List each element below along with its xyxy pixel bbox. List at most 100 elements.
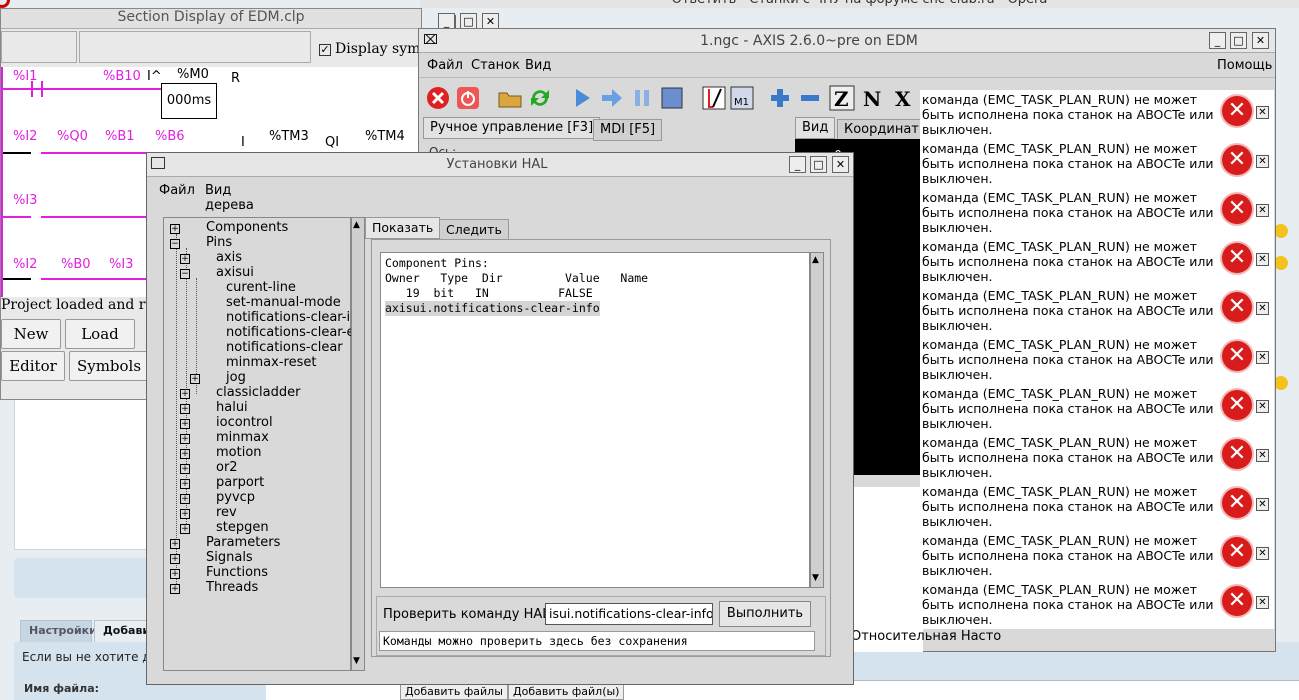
axis-maximize-button[interactable]: □ <box>1230 32 1247 49</box>
tree-item-axisui[interactable]: axisui <box>216 265 254 280</box>
tree-item-component[interactable]: classicladder <box>216 385 300 400</box>
smiley-icon[interactable] <box>1274 376 1288 390</box>
hal-close-button[interactable]: ✕ <box>832 156 849 173</box>
close-icon[interactable]: ✕ <box>1256 106 1269 119</box>
menu-view[interactable]: Вид <box>525 58 551 73</box>
tree-item-pin[interactable]: curent-line <box>226 280 296 295</box>
step-icon[interactable] <box>599 85 625 111</box>
view-z2-icon[interactable]: N <box>859 85 885 111</box>
close-icon[interactable]: ✕ <box>1256 155 1269 168</box>
tab-attachments[interactable]: Добавит <box>94 620 157 642</box>
power-icon[interactable] <box>455 85 481 111</box>
hal-tree[interactable]: + Components − Pins + axis − axisui cure… <box>163 217 358 671</box>
menu-file[interactable]: Файл <box>427 58 463 73</box>
tree-item-component[interactable]: motion <box>216 445 262 460</box>
close-icon[interactable]: ✕ <box>1256 596 1269 609</box>
tree-item-component[interactable]: parport <box>216 475 264 490</box>
add-files-button[interactable]: Добавить файлы <box>400 684 508 700</box>
close-icon[interactable]: ✕ <box>1256 400 1269 413</box>
tree-item-jog[interactable]: jog <box>226 370 246 385</box>
tree-item-component[interactable]: stepgen <box>216 520 269 535</box>
menu-help[interactable]: Помощь <box>1217 58 1272 73</box>
expand-icon[interactable]: + <box>170 584 180 594</box>
section-field[interactable] <box>1 31 77 63</box>
close-icon[interactable]: ✕ <box>1256 253 1269 266</box>
command-input[interactable]: isui.notifications-clear-info <box>545 603 713 625</box>
tab-preview[interactable]: Вид <box>795 117 836 139</box>
expand-icon[interactable]: + <box>170 224 180 234</box>
reload-icon[interactable] <box>527 85 553 111</box>
expand-icon[interactable]: + <box>180 434 190 444</box>
scroll-down-icon[interactable]: ▼ <box>353 656 360 666</box>
expand-icon[interactable]: + <box>180 404 190 414</box>
expand-icon[interactable]: + <box>180 254 190 264</box>
tree-item-component[interactable]: halui <box>216 400 248 415</box>
run-command-button[interactable]: Выполнить <box>719 601 811 627</box>
tree-scrollbar[interactable]: ▲ ▼ <box>351 217 365 671</box>
zoom-out-icon[interactable] <box>797 85 823 111</box>
expand-icon[interactable]: + <box>180 419 190 429</box>
expand-icon[interactable]: + <box>180 449 190 459</box>
new-button[interactable]: New <box>1 319 61 349</box>
tab-show[interactable]: Показать <box>365 217 441 239</box>
optional-stop-icon[interactable]: M1 <box>729 85 755 111</box>
tree-item-pin[interactable]: minmax-reset <box>226 355 316 370</box>
symbols-button[interactable]: Symbols <box>69 351 149 381</box>
tab-manual[interactable]: Ручное управление [F3] <box>423 117 601 139</box>
expand-icon[interactable]: + <box>180 479 190 489</box>
hal-maximize-button[interactable]: □ <box>810 156 827 173</box>
zoom-in-icon[interactable] <box>767 85 793 111</box>
tree-item-pins[interactable]: Pins <box>206 235 232 250</box>
load-button[interactable]: Load <box>65 319 135 349</box>
tree-item-pin[interactable]: notifications-clear-in <box>226 310 358 325</box>
tree-item-threads[interactable]: Threads <box>206 580 258 595</box>
collapse-icon[interactable]: − <box>170 239 180 249</box>
expand-icon[interactable]: + <box>170 539 180 549</box>
run-icon[interactable] <box>569 85 595 111</box>
smiley-icon[interactable] <box>1274 224 1288 238</box>
view-x-icon[interactable]: X <box>891 85 917 111</box>
expand-icon[interactable]: + <box>190 374 200 384</box>
stop-icon[interactable] <box>659 85 685 111</box>
scroll-down-icon[interactable]: ▼ <box>812 573 819 583</box>
tree-item-pin[interactable]: notifications-clear <box>226 340 343 355</box>
tree-item-component[interactable]: pyvcp <box>216 490 255 505</box>
pause-icon[interactable] <box>629 85 655 111</box>
hal-minimize-button[interactable]: _ <box>789 156 806 173</box>
editor-button[interactable]: Editor <box>1 351 65 381</box>
tree-item-component[interactable]: rev <box>216 505 237 520</box>
hal-menu-tree-view[interactable]: Вид дерева <box>205 183 254 213</box>
tree-item-axis[interactable]: axis <box>216 250 242 265</box>
axis-close-button[interactable]: ✕ <box>1252 32 1269 49</box>
tab-mdi[interactable]: MDI [F5] <box>593 119 663 141</box>
close-icon[interactable]: ✕ <box>1256 449 1269 462</box>
tree-item-component[interactable]: or2 <box>216 460 238 475</box>
timer-block[interactable]: 000ms <box>161 83 217 119</box>
expand-icon[interactable]: + <box>170 554 180 564</box>
view-z-icon[interactable]: Z <box>829 85 855 111</box>
tree-item-parameters[interactable]: Parameters <box>206 535 280 550</box>
open-folder-icon[interactable] <box>497 85 523 111</box>
close-icon[interactable]: ✕ <box>1256 351 1269 364</box>
menu-machine[interactable]: Станок <box>471 58 520 73</box>
tab-watch[interactable]: Следить <box>439 219 509 241</box>
close-icon[interactable]: ✕ <box>1256 302 1269 315</box>
close-icon[interactable]: ✕ <box>1256 547 1269 560</box>
close-icon[interactable]: ✕ <box>1256 498 1269 511</box>
expand-icon[interactable]: + <box>180 524 190 534</box>
section-comment-field[interactable] <box>79 31 311 63</box>
tree-item-component[interactable]: minmax <box>216 430 269 445</box>
tree-item-signals[interactable]: Signals <box>206 550 253 565</box>
axis-minimize-button[interactable]: _ <box>1209 32 1226 49</box>
expand-icon[interactable]: + <box>170 569 180 579</box>
tree-item-pin[interactable]: set-manual-mode <box>226 295 341 310</box>
hal-output[interactable]: Component Pins: Owner Type Dir Value Name… <box>380 252 810 588</box>
tab-settings[interactable]: Настройки <box>20 620 97 642</box>
tree-item-functions[interactable]: Functions <box>206 565 268 580</box>
add-file-s-button[interactable]: Добавить файл(ы) <box>508 684 625 700</box>
expand-icon[interactable]: + <box>180 509 190 519</box>
scroll-up-icon[interactable]: ▲ <box>812 255 819 265</box>
output-scrollbar[interactable]: ▲ ▼ <box>810 252 824 588</box>
tree-item-component[interactable]: iocontrol <box>216 415 273 430</box>
close-icon[interactable]: ✕ <box>1256 204 1269 217</box>
